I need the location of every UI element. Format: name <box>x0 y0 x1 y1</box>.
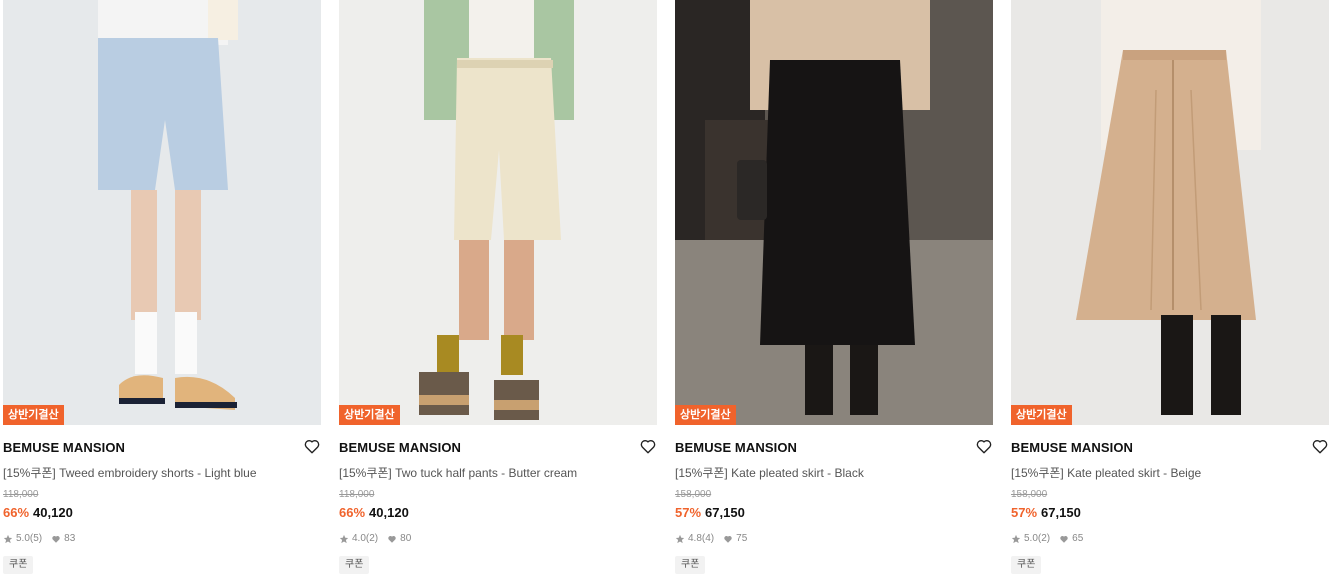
discount-rate: 57% <box>1011 505 1038 520</box>
heart-icon[interactable] <box>639 437 657 455</box>
star-icon <box>675 534 685 543</box>
like-heart-icon <box>388 535 396 543</box>
sale-price: 66% 40,120 <box>3 505 73 520</box>
brand-name[interactable]: BEMUSE MANSION <box>1011 440 1133 455</box>
product-image[interactable]: 상반기결산 <box>675 0 993 425</box>
product-card[interactable]: 상반기결산 BEMUSE MANSION [15%쿠폰] Kate pleate… <box>1011 0 1329 581</box>
rating-value: 4.8 <box>688 533 702 544</box>
product-photo <box>675 0 993 425</box>
like-count: 65 <box>1072 533 1084 544</box>
rating-row: 4.8 (4) 75 <box>675 533 747 544</box>
brand-name[interactable]: BEMUSE MANSION <box>675 440 797 455</box>
coupon-tag: 쿠폰 <box>1011 556 1042 574</box>
brand-name[interactable]: BEMUSE MANSION <box>3 440 125 455</box>
promo-badge: 상반기결산 <box>3 405 64 425</box>
review-count: (4) <box>701 533 715 544</box>
like-count: 83 <box>64 533 76 544</box>
heart-icon[interactable] <box>975 437 993 455</box>
star-icon <box>339 534 349 543</box>
rating-value: 5.0 <box>1024 533 1038 544</box>
coupon-tag: 쿠폰 <box>675 556 706 574</box>
heart-icon[interactable] <box>303 437 321 455</box>
like-heart-icon <box>52 535 60 543</box>
product-photo <box>339 0 657 425</box>
promo-badge: 상반기결산 <box>675 405 736 425</box>
product-card[interactable]: 상반기결산 BEMUSE MANSION [15%쿠폰] Kate pleate… <box>675 0 993 581</box>
review-count: (2) <box>365 533 379 544</box>
sale-price: 57% 67,150 <box>1011 505 1081 520</box>
original-price: 118,000 <box>3 489 39 500</box>
original-price: 158,000 <box>675 489 712 500</box>
price-value: 40,120 <box>369 505 409 520</box>
sale-price: 57% 67,150 <box>675 505 745 520</box>
brand-name[interactable]: BEMUSE MANSION <box>339 440 461 455</box>
price-value: 67,150 <box>1041 505 1081 520</box>
product-photo <box>1011 0 1329 425</box>
product-name[interactable]: [15%쿠폰] Kate pleated skirt - Beige <box>1011 464 1201 481</box>
original-price: 158,000 <box>1011 489 1048 500</box>
promo-badge: 상반기결산 <box>339 405 400 425</box>
promo-badge: 상반기결산 <box>1011 405 1072 425</box>
product-card[interactable]: 상반기결산 BEMUSE MANSION [15%쿠폰] Two tuck ha… <box>339 0 657 581</box>
coupon-tag: 쿠폰 <box>3 556 34 574</box>
like-heart-icon <box>724 535 732 543</box>
rating-value: 5.0 <box>16 533 30 544</box>
product-name[interactable]: [15%쿠폰] Two tuck half pants - Butter cre… <box>339 464 577 481</box>
like-count: 75 <box>736 533 748 544</box>
star-icon <box>3 534 13 543</box>
discount-rate: 57% <box>675 505 702 520</box>
rating-row: 5.0 (2) 65 <box>1011 533 1083 544</box>
product-photo <box>3 0 321 425</box>
product-name[interactable]: [15%쿠폰] Tweed embroidery shorts - Light … <box>3 464 257 481</box>
original-price: 118,000 <box>339 489 375 500</box>
star-icon <box>1011 534 1021 543</box>
product-name[interactable]: [15%쿠폰] Kate pleated skirt - Black <box>675 464 864 481</box>
like-heart-icon <box>1060 535 1068 543</box>
sale-price: 66% 40,120 <box>339 505 409 520</box>
review-count: (2) <box>1037 533 1051 544</box>
coupon-tag: 쿠폰 <box>339 556 370 574</box>
rating-row: 5.0 (5) 83 <box>3 533 75 544</box>
product-image[interactable]: 상반기결산 <box>1011 0 1329 425</box>
heart-icon[interactable] <box>1311 437 1329 455</box>
product-grid: 상반기결산 BEMUSE MANSION [15%쿠폰] Tweed embro… <box>0 0 1333 581</box>
rating-row: 4.0 (2) 80 <box>339 533 411 544</box>
price-value: 67,150 <box>705 505 745 520</box>
rating-value: 4.0 <box>352 533 366 544</box>
review-count: (5) <box>29 533 43 544</box>
product-image[interactable]: 상반기결산 <box>3 0 321 425</box>
product-image[interactable]: 상반기결산 <box>339 0 657 425</box>
like-count: 80 <box>400 533 412 544</box>
discount-rate: 66% <box>339 505 366 520</box>
discount-rate: 66% <box>3 505 30 520</box>
price-value: 40,120 <box>33 505 73 520</box>
product-card[interactable]: 상반기결산 BEMUSE MANSION [15%쿠폰] Tweed embro… <box>3 0 321 581</box>
